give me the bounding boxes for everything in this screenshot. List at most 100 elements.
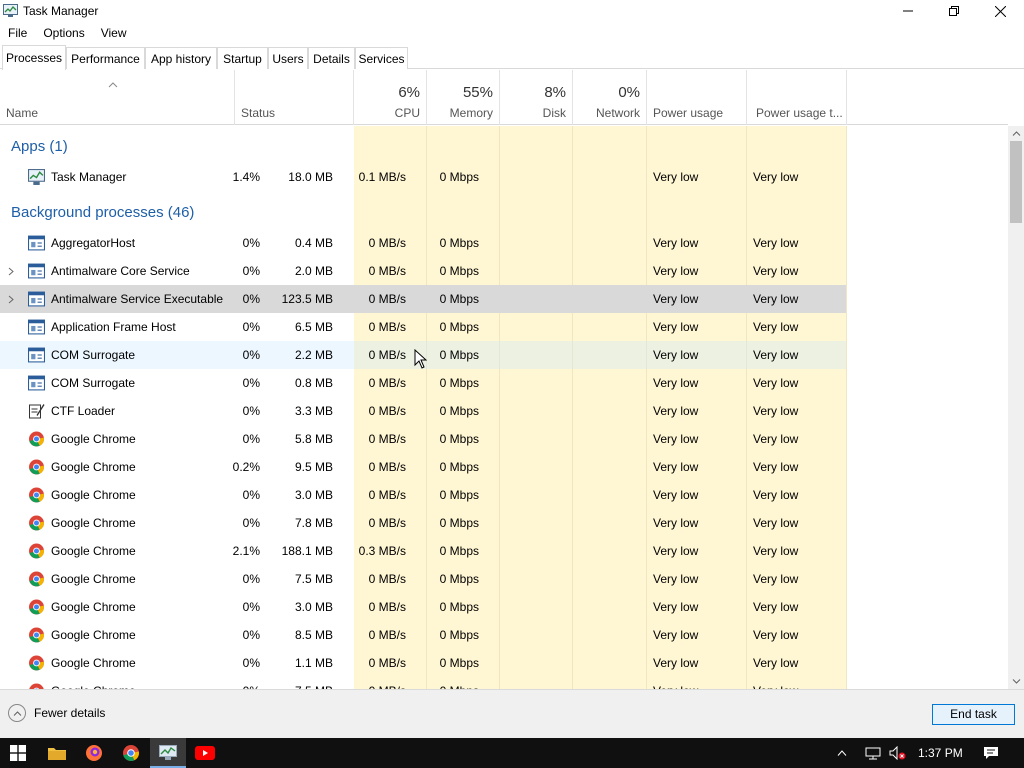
scroll-down-button[interactable] <box>1008 674 1024 689</box>
disk-value: 0 MB/s <box>368 460 406 474</box>
title-bar: Task Manager <box>0 0 1024 22</box>
process-name: COM Surrogate <box>51 376 136 390</box>
disk-total-percent: 8% <box>544 84 566 101</box>
memory-value: 188.1 MB <box>281 544 333 558</box>
chrome-icon[interactable] <box>113 738 149 768</box>
window-title: Task Manager <box>23 4 99 18</box>
process-name: COM Surrogate <box>51 348 136 362</box>
power-usage-value: Very low <box>653 292 699 306</box>
restore-button[interactable] <box>931 0 977 22</box>
column-power-usage[interactable]: Power usage <box>647 70 747 125</box>
taskbar: 1:37 PM <box>0 738 1024 768</box>
power-usage-trend-value: Very low <box>753 264 799 278</box>
menu-options[interactable]: Options <box>35 23 84 43</box>
power-usage-value: Very low <box>653 677 698 689</box>
process-row[interactable]: Google Chrome 0.2% 9.5 MB 0 MB/s 0 Mbps Very … <box>0 453 846 481</box>
process-row[interactable]: Google Chrome 0% 7.5 MB 0 MB/s 0 Mbps Very lo… <box>0 677 846 689</box>
process-row[interactable]: Google Chrome 0% 8.5 MB 0 MB/s 0 Mbps Very lo… <box>0 621 846 649</box>
process-row[interactable]: Google Chrome 0% 7.5 MB 0 MB/s 0 Mbps Very lo… <box>0 565 846 593</box>
process-row[interactable]: Google Chrome 0% 5.8 MB 0 MB/s 0 Mbps Very lo… <box>0 425 846 453</box>
process-row[interactable]: Google Chrome 0% 7.8 MB 0 MB/s 0 Mbps Very lo… <box>0 509 846 537</box>
disk-value: 0 MB/s <box>368 628 406 642</box>
tab-processes[interactable]: Processes <box>2 45 66 70</box>
minimize-button[interactable] <box>885 0 931 22</box>
menu-view[interactable]: View <box>93 23 127 43</box>
memory-value: 3.0 MB <box>294 488 333 502</box>
process-row[interactable]: AggregatorHost 0% 0.4 MB 0 MB/s 0 Mbps Very l… <box>0 229 846 257</box>
column-name[interactable]: Name <box>0 70 235 125</box>
network-icon[interactable] <box>862 738 884 768</box>
process-row[interactable]: Google Chrome 0% 3.0 MB 0 MB/s 0 Mbps Very lo… <box>0 593 846 621</box>
column-network[interactable]: 0% Network <box>573 70 647 125</box>
show-hidden-icons-chevron-icon[interactable] <box>832 738 852 768</box>
column-network-label: Network <box>595 106 640 120</box>
task-manager-taskbar-icon[interactable] <box>150 738 186 768</box>
youtube-icon[interactable] <box>187 738 223 768</box>
disk-value: 0 MB/s <box>368 348 406 362</box>
column-power-usage-trend[interactable]: Power usage t... <box>747 70 847 125</box>
power-usage-trend-value: Very low <box>753 572 799 586</box>
fewer-details-link[interactable]: Fewer details <box>8 704 105 722</box>
scrollbar-thumb[interactable] <box>1010 141 1022 223</box>
column-cpu[interactable]: 6% CPU <box>354 70 427 125</box>
close-button[interactable] <box>977 0 1023 22</box>
power-usage-trend-value: Very low <box>753 320 799 334</box>
tab-services[interactable]: Services <box>355 47 408 69</box>
disk-value: 0 MB/s <box>368 432 406 446</box>
power-usage-value: Very low <box>653 516 699 530</box>
memory-value: 6.5 MB <box>294 320 333 334</box>
disk-value: 0 MB/s <box>368 572 406 586</box>
power-usage-trend-value: Very low <box>753 236 799 250</box>
scroll-up-button[interactable] <box>1008 126 1024 141</box>
process-row[interactable]: CTF Loader 0% 3.3 MB 0 MB/s 0 Mbps Very low Ve… <box>0 397 846 425</box>
network-value: 0 Mbps <box>439 488 479 502</box>
column-memory[interactable]: 55% Memory <box>427 70 500 125</box>
column-power-usage-label: Power usage <box>653 106 724 120</box>
tab-app-history[interactable]: App history <box>145 47 217 69</box>
memory-value: 0.8 MB <box>294 376 333 390</box>
footer-bar: Fewer details End task <box>0 689 1024 738</box>
power-usage-trend-value: Very low <box>753 292 799 306</box>
expand-chevron-icon[interactable] <box>8 285 18 313</box>
network-value: 0 Mbps <box>439 170 479 184</box>
process-row[interactable]: Google Chrome 2.1% 188.1 MB 0.3 MB/s 0 Mbps V… <box>0 537 846 565</box>
power-usage-trend-value: Very low <box>753 488 799 502</box>
group-header-background[interactable]: Background processes (46) <box>11 204 194 221</box>
mouse-cursor-icon <box>414 349 427 369</box>
expand-chevron-icon[interactable] <box>8 257 18 285</box>
tab-details[interactable]: Details <box>308 47 355 69</box>
process-row[interactable]: COM Surrogate 0% 0.8 MB 0 MB/s 0 Mbps Very lo… <box>0 369 846 397</box>
memory-value: 2.2 MB <box>294 348 333 362</box>
file-explorer-icon[interactable] <box>39 738 75 768</box>
column-disk[interactable]: 8% Disk <box>500 70 573 125</box>
tab-users[interactable]: Users <box>268 47 308 69</box>
process-row[interactable]: Google Chrome 0% 1.1 MB 0 MB/s 0 Mbps Very lo… <box>0 649 846 677</box>
process-row[interactable]: Antimalware Service Executable 0% 123.5 MB… <box>0 285 846 313</box>
memory-value: 123.5 MB <box>281 292 333 306</box>
process-row[interactable]: Antimalware Core Service 0% 2.0 MB 0 MB/s 0 … <box>0 257 846 285</box>
vertical-scrollbar[interactable] <box>1008 126 1024 689</box>
cpu-value: 0% <box>242 516 260 530</box>
disk-value: 0 MB/s <box>368 404 406 418</box>
menu-file[interactable]: File <box>0 23 27 43</box>
action-center-icon[interactable] <box>976 738 1006 768</box>
end-task-button[interactable]: End task <box>932 704 1015 725</box>
process-row[interactable]: Task Manager 1.4% 18.0 MB 0.1 MB/s 0 Mbps Ver… <box>0 163 846 191</box>
disk-value: 0 MB/s <box>368 516 406 530</box>
process-row[interactable]: Google Chrome 0% 3.0 MB 0 MB/s 0 Mbps Very lo… <box>0 481 846 509</box>
volume-muted-icon[interactable] <box>886 738 910 768</box>
column-status-label: Status <box>241 106 276 120</box>
tab-startup[interactable]: Startup <box>217 47 268 69</box>
process-name: Google Chrome <box>51 600 136 614</box>
firefox-icon[interactable] <box>76 738 112 768</box>
tab-performance[interactable]: Performance <box>66 47 145 69</box>
memory-value: 7.8 MB <box>294 516 333 530</box>
column-status[interactable]: Status <box>235 70 354 125</box>
network-value: 0 Mbps <box>439 600 479 614</box>
process-name: CTF Loader <box>51 404 116 418</box>
group-header-apps[interactable]: Apps (1) <box>11 138 68 155</box>
windows-start-icon[interactable] <box>0 738 36 768</box>
process-row[interactable]: Application Frame Host 0% 6.5 MB 0 MB/s 0 Mb… <box>0 313 846 341</box>
clock[interactable]: 1:37 PM <box>918 746 963 760</box>
chevron-up-icon <box>1012 131 1020 136</box>
